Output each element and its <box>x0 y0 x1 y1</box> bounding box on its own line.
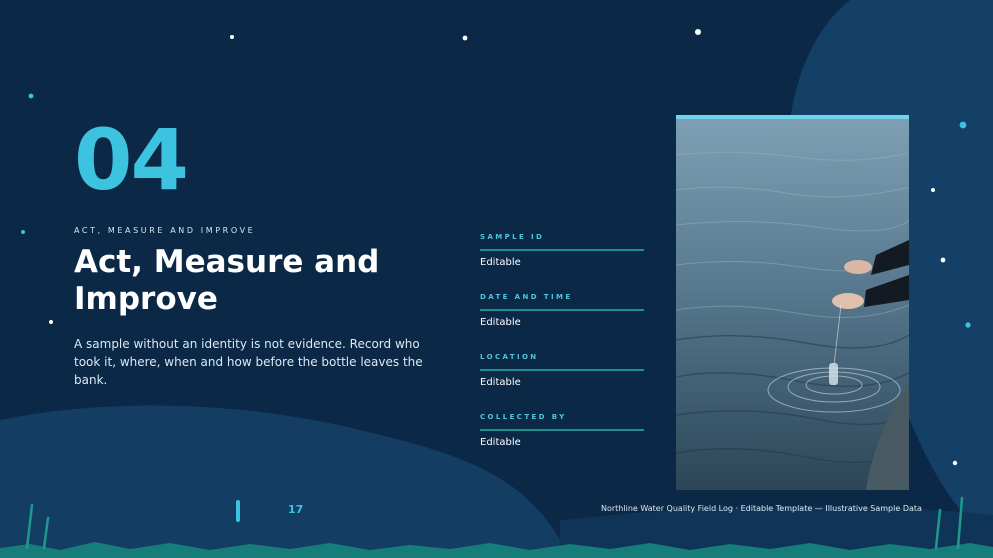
field-value[interactable]: Editable <box>480 317 644 329</box>
slide: 04 ACT, MEASURE AND IMPROVE Act, Measure… <box>0 0 993 558</box>
field-date-and-time[interactable]: DATE AND TIME Editable <box>480 292 644 352</box>
field-label: LOCATION <box>480 353 539 361</box>
water-sampling-photo <box>676 115 909 490</box>
page-indicator-bar <box>236 500 240 522</box>
field-sample-id[interactable]: SAMPLE ID Editable <box>480 232 644 292</box>
sample-fields: SAMPLE ID Editable DATE AND TIME Editabl… <box>480 232 644 472</box>
field-label: DATE AND TIME <box>480 293 573 301</box>
field-rule <box>480 309 644 311</box>
footer-text: Northline Water Quality Field Log · Edit… <box>601 504 922 513</box>
field-collected-by[interactable]: COLLECTED BY Editable <box>480 412 644 472</box>
field-rule <box>480 249 644 251</box>
slide-title: Act, Measure and Improve <box>74 244 380 317</box>
field-rule <box>480 429 644 431</box>
field-value[interactable]: Editable <box>480 437 644 449</box>
field-value[interactable]: Editable <box>480 257 644 269</box>
section-number: 04 <box>74 111 189 209</box>
field-label: COLLECTED BY <box>480 413 567 421</box>
field-value[interactable]: Editable <box>480 377 644 389</box>
page-number: 17 <box>288 503 304 516</box>
slide-body-text: A sample without an identity is not evid… <box>74 337 423 387</box>
section-eyebrow: ACT, MEASURE AND IMPROVE <box>74 226 256 235</box>
field-location[interactable]: LOCATION Editable <box>480 352 644 412</box>
field-label: SAMPLE ID <box>480 233 545 241</box>
field-rule <box>480 369 644 371</box>
